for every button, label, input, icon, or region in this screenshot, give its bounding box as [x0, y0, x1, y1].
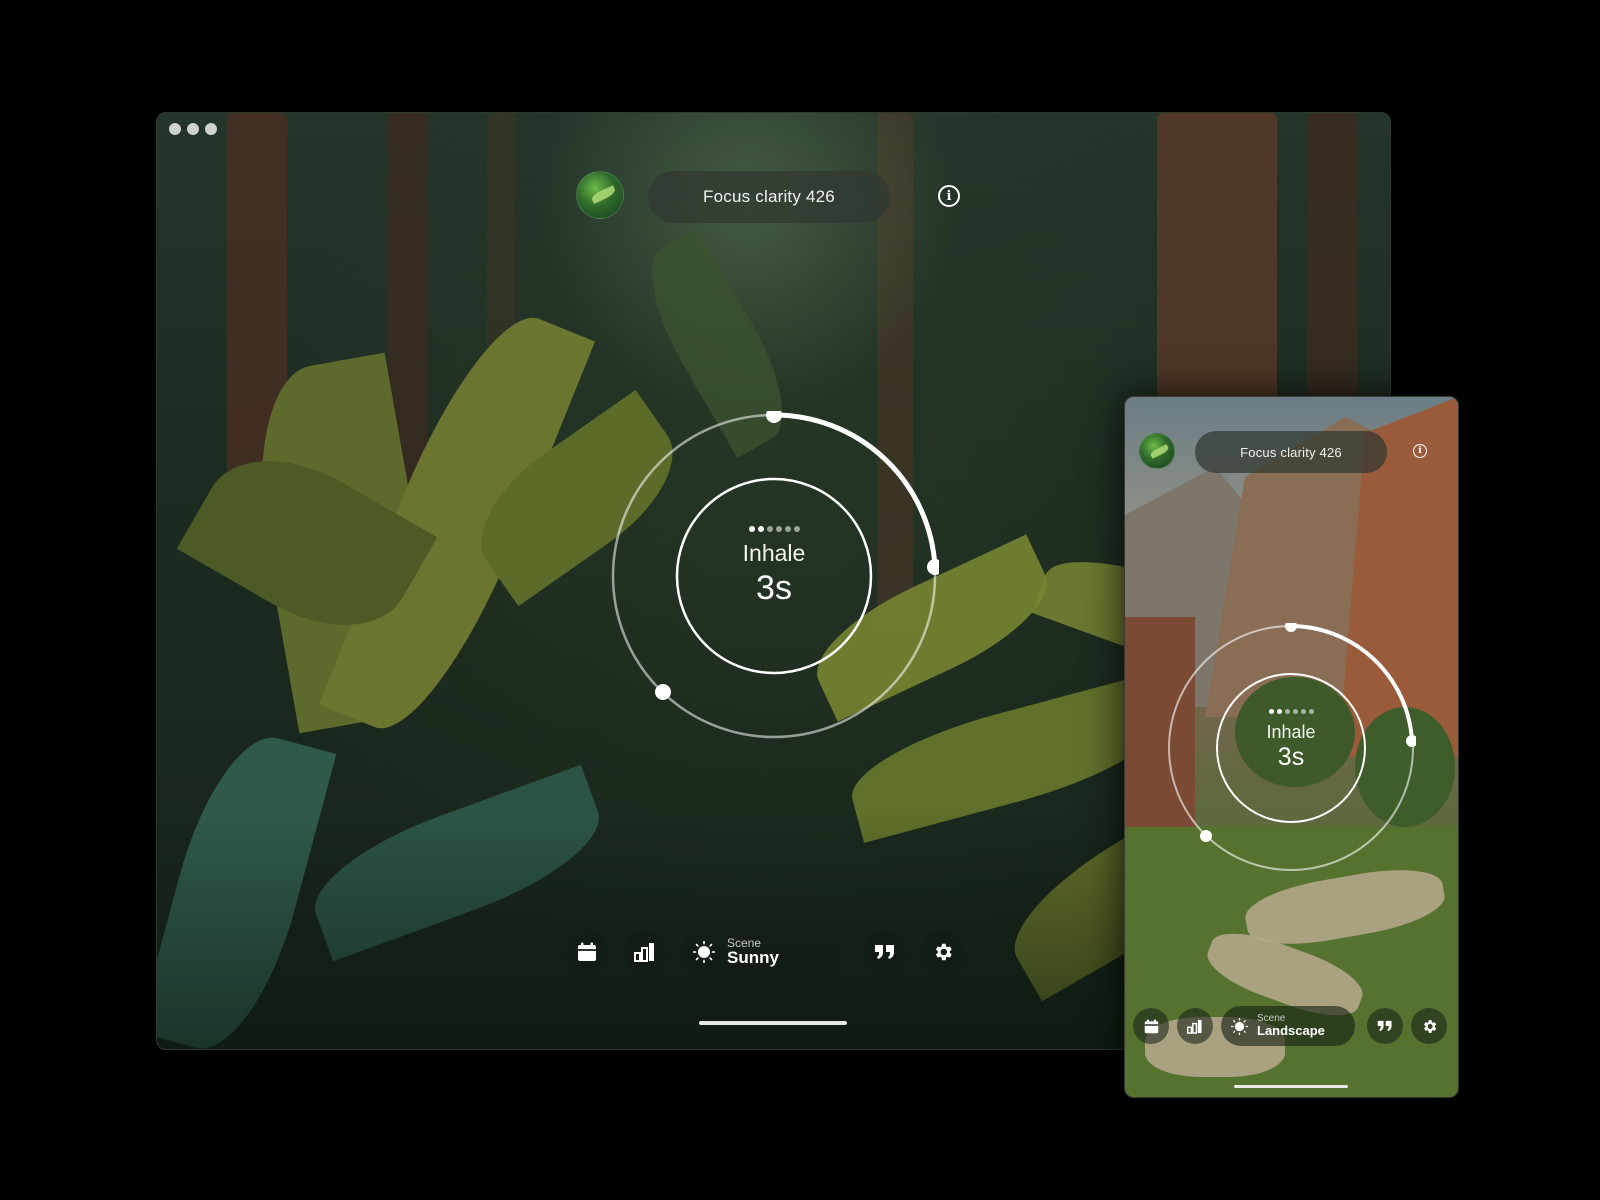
info-icon[interactable]: i	[938, 185, 960, 207]
scene-selector[interactable]: Scene Sunny	[681, 927, 843, 977]
breath-phase: Inhale	[1266, 722, 1316, 742]
calendar-icon	[578, 942, 596, 961]
quote-icon	[875, 945, 894, 959]
quotes-button[interactable]	[1367, 1008, 1403, 1044]
scene-value: Sunny	[727, 948, 779, 968]
breathing-timer[interactable]: Inhale 3s	[1166, 623, 1416, 873]
bar-chart-icon	[1187, 1019, 1202, 1034]
breath-seconds: 3s	[756, 569, 792, 607]
step-dots	[748, 526, 800, 532]
info-icon[interactable]: i	[1413, 444, 1427, 458]
maximize-window-dot[interactable]	[205, 123, 217, 135]
scene-selector[interactable]: Scene Landscape	[1221, 1006, 1355, 1046]
home-indicator	[1234, 1085, 1348, 1088]
focus-clarity-pill[interactable]: Focus clarity 426	[648, 171, 890, 223]
stats-button[interactable]	[623, 930, 667, 974]
breath-phase: Inhale	[742, 540, 806, 566]
gear-icon	[1423, 1019, 1436, 1033]
avatar[interactable]	[576, 171, 624, 219]
breath-seconds: 3s	[1277, 743, 1305, 771]
minimize-window-dot[interactable]	[187, 123, 199, 135]
focus-clarity-title: Focus clarity 426	[703, 187, 835, 206]
quotes-button[interactable]	[863, 930, 907, 974]
bottom-dock: Scene Sunny	[565, 925, 965, 979]
sun-icon	[693, 941, 715, 963]
focus-clarity-pill[interactable]: Focus clarity 426	[1195, 431, 1387, 473]
gear-icon	[935, 943, 952, 961]
window-controls[interactable]	[169, 123, 217, 135]
progress-start-handle	[766, 411, 782, 423]
settings-button[interactable]	[921, 930, 965, 974]
close-window-dot[interactable]	[169, 123, 181, 135]
phone-app-window: Focus clarity 426 i Inhale 3s Scene Land…	[1124, 396, 1459, 1098]
focus-clarity-title: Focus clarity 426	[1240, 444, 1342, 460]
breathing-timer[interactable]: Inhale 3s	[609, 411, 939, 741]
avatar[interactable]	[1139, 433, 1175, 469]
bottom-dock: Scene Landscape	[1133, 1005, 1447, 1047]
scene-value: Landscape	[1257, 1023, 1325, 1039]
cycle-marker-handle	[655, 684, 671, 700]
calendar-button[interactable]	[1133, 1008, 1169, 1044]
calendar-icon	[1144, 1018, 1158, 1033]
calendar-button[interactable]	[565, 930, 609, 974]
step-dots	[1268, 709, 1314, 714]
quote-icon	[1377, 1020, 1392, 1032]
sun-icon	[1231, 1017, 1248, 1035]
bar-chart-icon	[634, 943, 654, 962]
stats-button[interactable]	[1177, 1008, 1213, 1044]
home-indicator	[699, 1021, 847, 1025]
settings-button[interactable]	[1411, 1008, 1447, 1044]
